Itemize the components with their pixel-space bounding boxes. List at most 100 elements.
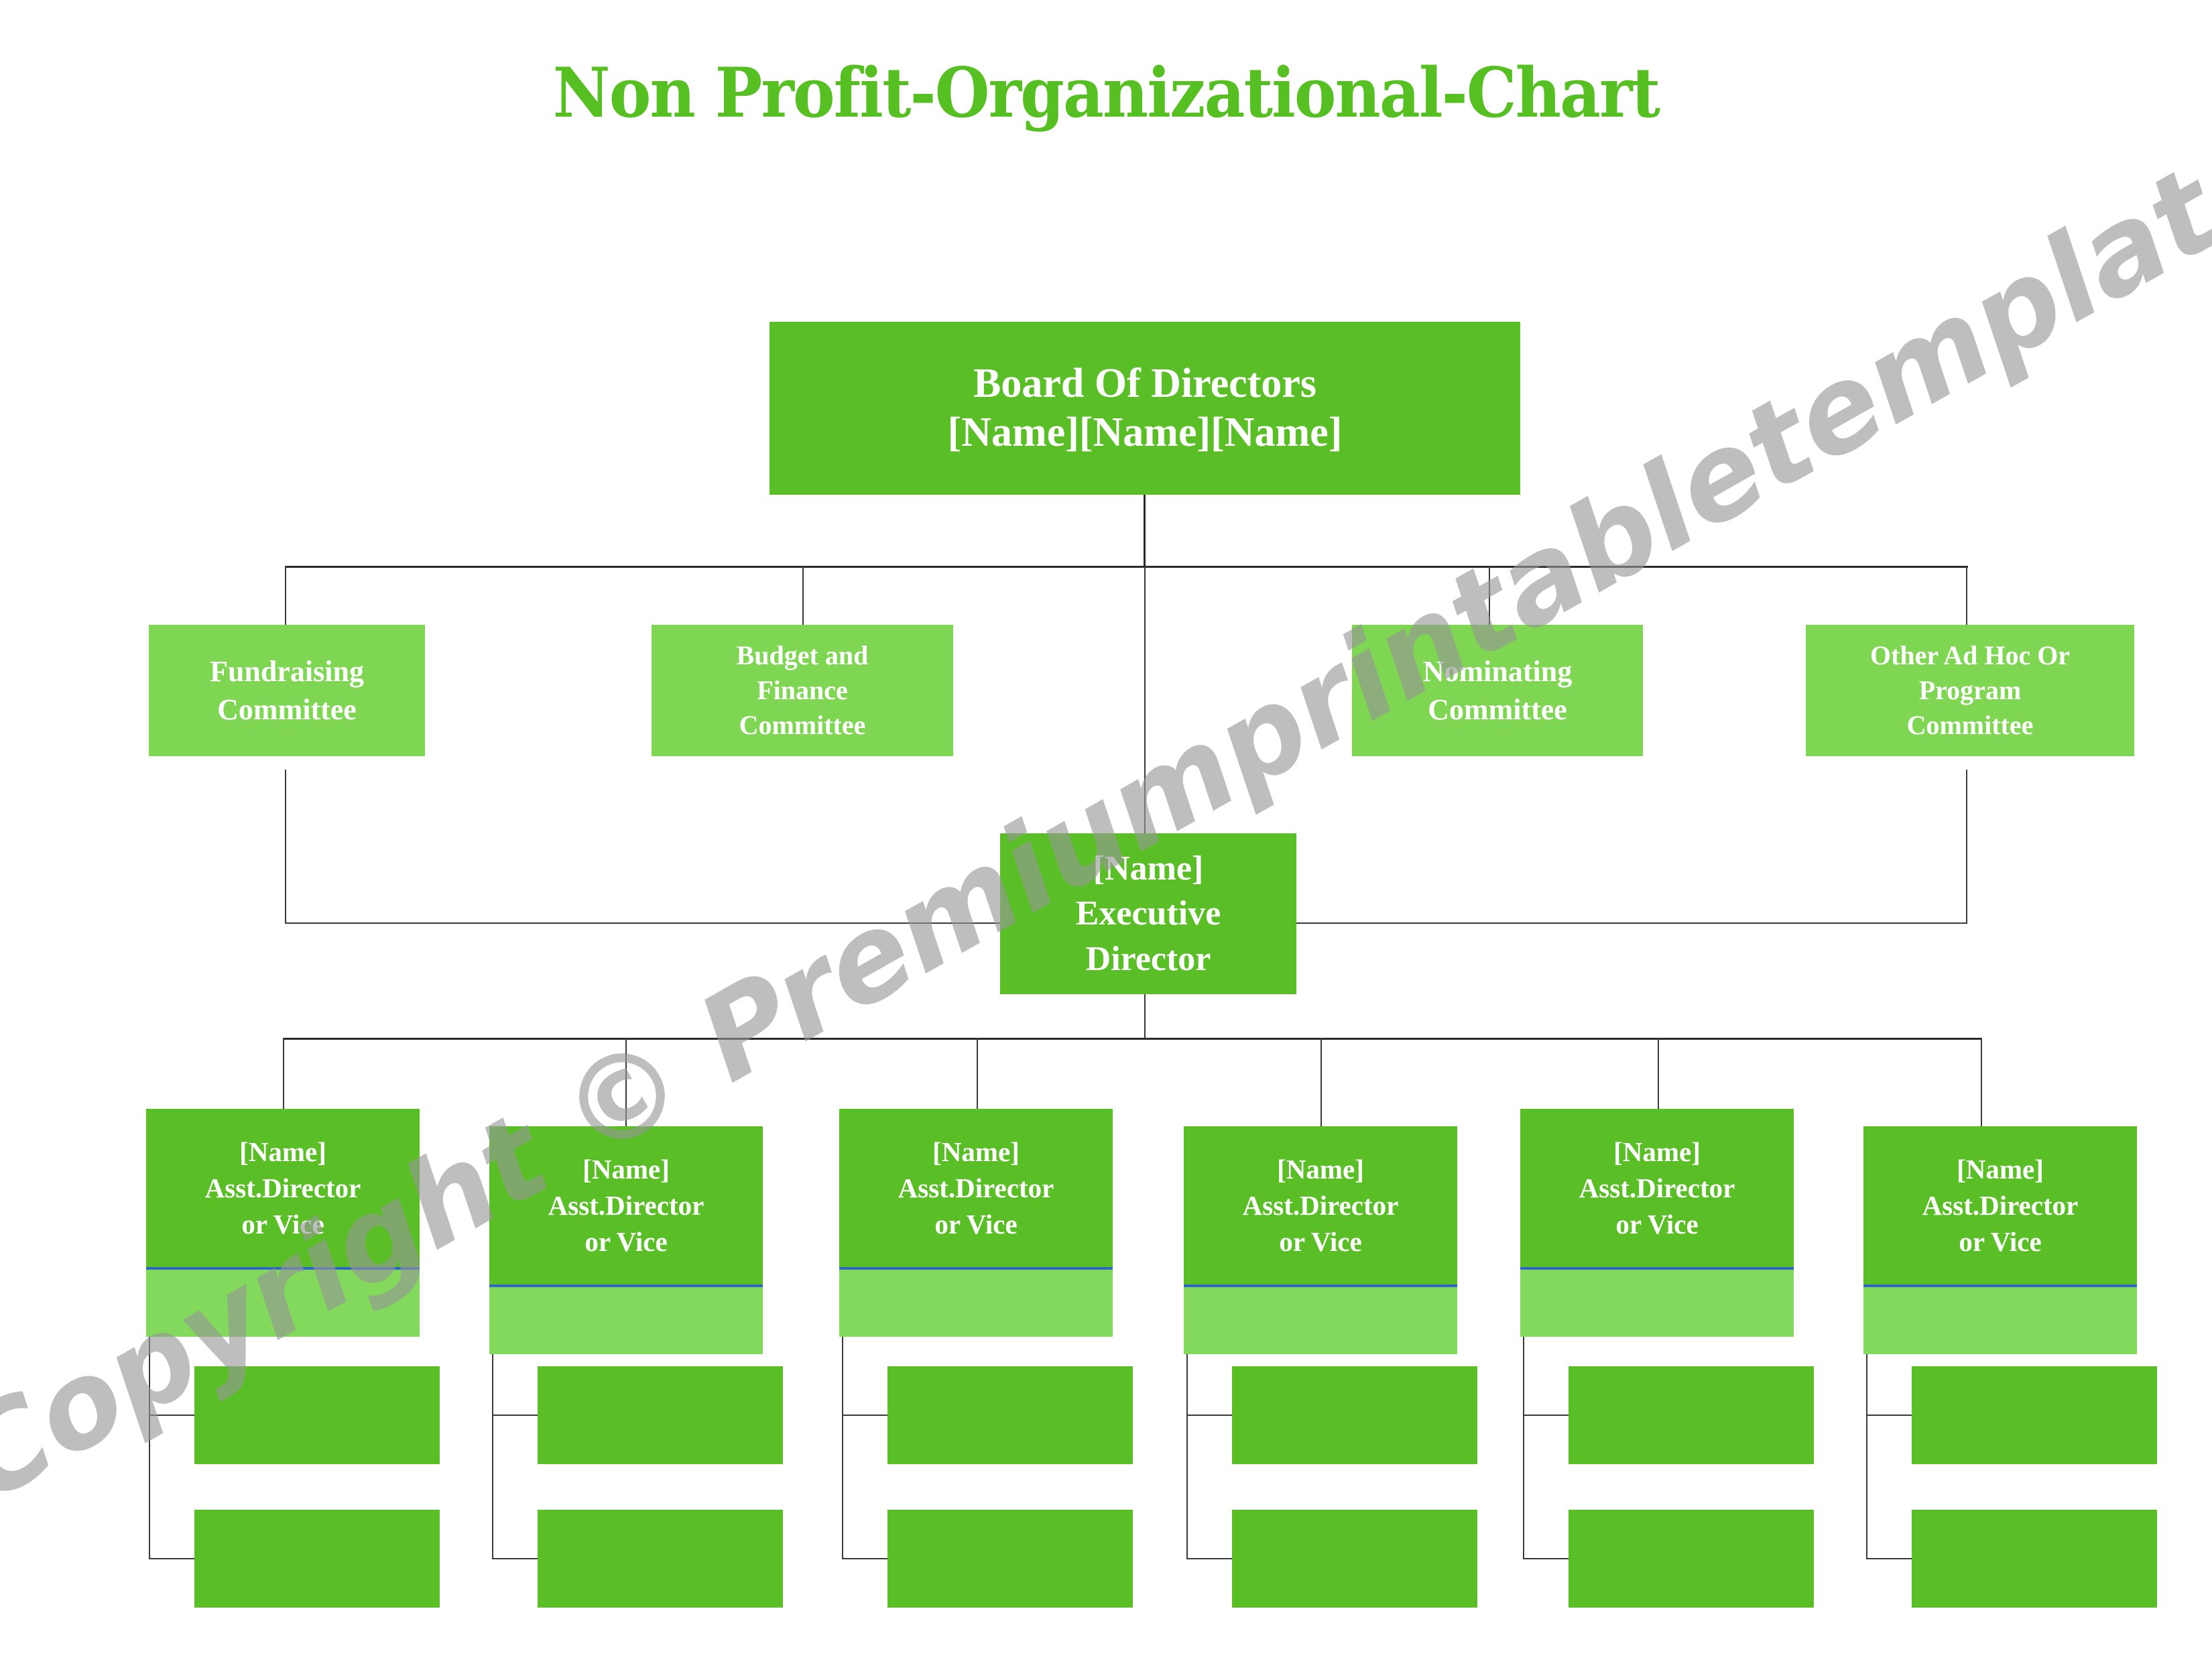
assistant-3-body [839, 1270, 1113, 1337]
connector-assistant-5-elbow-a [1523, 1415, 1569, 1416]
connector-drop-assistant-1 [283, 1038, 284, 1109]
connector-assistant-6-elbow-b [1866, 1558, 1912, 1559]
connector-assistant-2-spine [492, 1354, 493, 1559]
leaf-box-4-b[interactable] [1232, 1510, 1477, 1608]
connector-board-stem [1144, 495, 1146, 567]
leaf-box-3-b[interactable] [887, 1510, 1133, 1608]
connector-assistant-1-elbow-b [149, 1558, 194, 1559]
connector-drop-committee-4 [1966, 566, 1967, 625]
board-names-line: [Name][Name][Name] [947, 410, 1343, 455]
node-assistant-director-5[interactable]: [Name] Asst.Director or Vice [1520, 1109, 1794, 1337]
assistant-3-line2: Asst.Director [898, 1172, 1054, 1203]
leaf-box-4-a[interactable] [1232, 1366, 1477, 1464]
committee-1-line1: Fundraising [210, 654, 364, 688]
exec-line2: Executive [1075, 894, 1221, 933]
assistant-4-line3: or Vice [1279, 1226, 1362, 1258]
node-assistant-director-6[interactable]: [Name] Asst.Director or Vice [1863, 1126, 2137, 1354]
node-assistant-director-3[interactable]: [Name] Asst.Director or Vice [839, 1109, 1113, 1337]
exec-line3: Director [1085, 939, 1211, 978]
connector-assistant-4-elbow-a [1186, 1415, 1232, 1416]
assistant-4-line1: [Name] [1277, 1153, 1364, 1185]
leaf-box-6-b[interactable] [1912, 1510, 2157, 1608]
connector-drop-assistant-2 [625, 1038, 627, 1126]
committee-1-line2: Committee [217, 693, 357, 726]
connector-assistant-6-elbow-a [1866, 1415, 1912, 1416]
assistant-3-line3: or Vice [934, 1209, 1018, 1240]
org-chart-page: Non Profit-Organizational-Chart Board Of… [0, 0, 2212, 1680]
connector-drop-committee-3 [1489, 566, 1490, 625]
committee-3-line2: Committee [1428, 693, 1567, 726]
node-assistant-director-1[interactable]: [Name] Asst.Director or Vice [146, 1109, 420, 1337]
node-other-ad-hoc-or-program-committee[interactable]: Other Ad Hoc Or Program Committee [1806, 625, 2134, 756]
connector-exec-crossbar-left [285, 922, 1001, 924]
connector-assistant-3-spine [842, 1337, 843, 1559]
connector-drop-assistant-4 [1320, 1038, 1322, 1126]
connector-exec-crossbar-right [1295, 922, 1967, 924]
committee-3-line1: Nominating [1422, 654, 1573, 688]
assistant-2-line1: [Name] [582, 1153, 670, 1185]
assistant-1-body [146, 1270, 420, 1337]
committee-2-line3: Committee [739, 710, 866, 740]
page-title: Non Profit-Organizational-Chart [552, 53, 1660, 133]
assistant-1-line3: or Vice [241, 1209, 324, 1240]
assistant-6-line1: [Name] [1957, 1153, 2044, 1185]
committee-4-line3: Committee [1906, 710, 2034, 740]
connector-drop-assistant-5 [1658, 1038, 1659, 1109]
node-assistant-director-2[interactable]: [Name] Asst.Director or Vice [489, 1126, 763, 1354]
assistant-5-line2: Asst.Director [1579, 1172, 1735, 1203]
assistant-4-body [1184, 1287, 1457, 1354]
leaf-box-3-a[interactable] [887, 1366, 1133, 1464]
connector-committee-bus [285, 566, 1968, 568]
node-assistant-director-4[interactable]: [Name] Asst.Director or Vice [1184, 1126, 1457, 1354]
assistant-3-line1: [Name] [932, 1136, 1020, 1167]
assistant-1-line2: Asst.Director [204, 1172, 361, 1203]
committee-2-line2: Finance [757, 675, 848, 705]
connector-assistant-1-elbow-a [149, 1415, 194, 1416]
exec-line1: [Name] [1093, 849, 1204, 888]
assistant-6-line2: Asst.Director [1922, 1189, 2079, 1221]
connector-drop-committee-1 [285, 566, 286, 625]
connector-assistant-2-elbow-b [492, 1558, 538, 1559]
assistant-5-line1: [Name] [1613, 1136, 1701, 1167]
connector-drop-assistant-6 [1981, 1038, 1982, 1126]
connector-assistant-5-spine [1523, 1337, 1524, 1559]
assistant-1-line1: [Name] [239, 1136, 326, 1167]
leaf-box-2-a[interactable] [538, 1366, 783, 1464]
node-budget-and-finance-committee[interactable]: Budget and Finance Committee [652, 625, 953, 756]
leaf-box-2-b[interactable] [538, 1510, 783, 1608]
node-fundraising-committee[interactable]: Fundraising Committee [149, 625, 425, 756]
assistant-2-line3: or Vice [585, 1226, 668, 1258]
leaf-box-5-b[interactable] [1569, 1510, 1814, 1608]
connector-assistant-5-elbow-b [1523, 1558, 1569, 1559]
connector-left-rail [285, 770, 286, 924]
assistant-5-body [1520, 1270, 1794, 1337]
connector-assistant-4-spine [1186, 1354, 1188, 1559]
assistant-6-body [1863, 1287, 2137, 1354]
connector-drop-committee-2 [802, 566, 804, 625]
connector-assistant-bus [283, 1038, 1982, 1040]
connector-assistant-1-spine [149, 1337, 150, 1559]
connector-assistant-4-elbow-b [1186, 1558, 1232, 1559]
node-board-of-directors[interactable]: Board Of Directors [Name][Name][Name] [770, 322, 1520, 495]
committee-4-line1: Other Ad Hoc Or [1869, 640, 2071, 670]
committee-4-line2: Program [1918, 675, 2022, 705]
node-nominating-committee[interactable]: Nominating Committee [1352, 625, 1643, 756]
connector-assistant-3-elbow-b [842, 1558, 887, 1559]
leaf-box-1-a[interactable] [194, 1366, 440, 1464]
connector-right-rail [1966, 770, 1967, 924]
assistant-2-body [489, 1287, 763, 1354]
connector-drop-assistant-3 [977, 1038, 978, 1109]
leaf-box-1-b[interactable] [194, 1510, 440, 1608]
connector-assistant-3-elbow-a [842, 1415, 887, 1416]
connector-assistant-6-spine [1866, 1354, 1867, 1559]
leaf-box-6-a[interactable] [1912, 1366, 2157, 1464]
assistant-4-line2: Asst.Director [1242, 1189, 1399, 1221]
committee-2-line1: Budget and [736, 640, 869, 670]
node-executive-director[interactable]: [Name] Executive Director [1000, 833, 1296, 994]
leaf-box-5-a[interactable] [1569, 1366, 1814, 1464]
assistant-5-line3: or Vice [1615, 1209, 1699, 1240]
connector-assistant-2-elbow-a [492, 1415, 538, 1416]
connector-board-to-exec [1144, 567, 1146, 834]
board-title-line: Board Of Directors [973, 360, 1316, 406]
connector-exec-stem [1144, 994, 1146, 1038]
